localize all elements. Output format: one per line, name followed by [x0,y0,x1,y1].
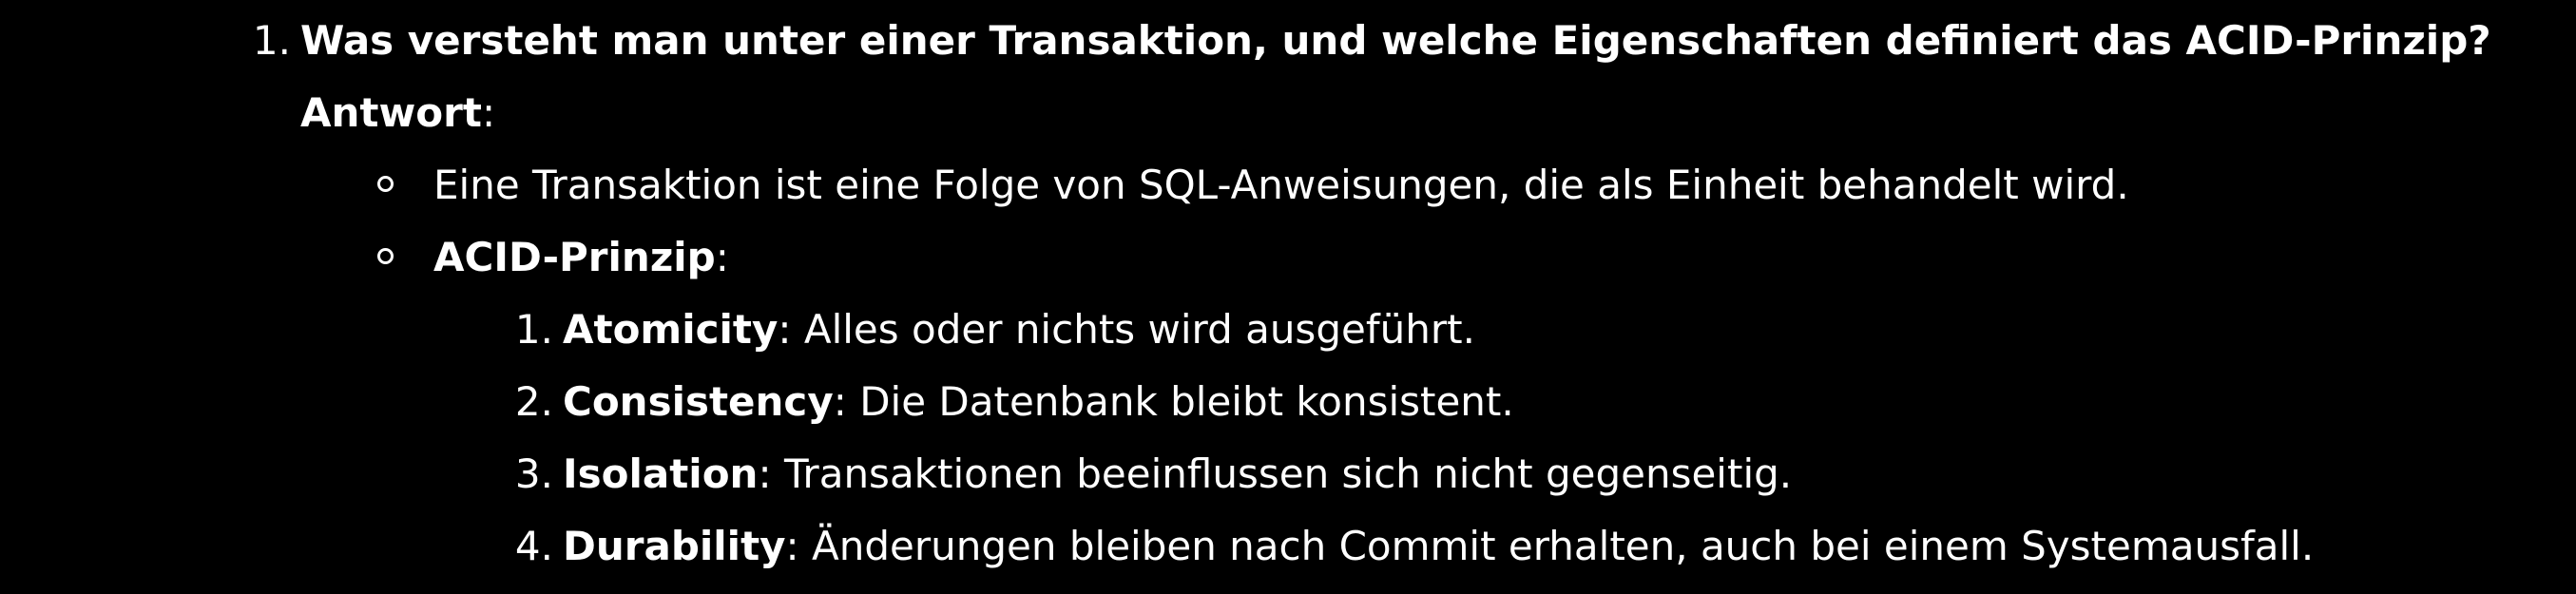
acid-item-number: 3. [514,450,553,497]
bullet-bold-text: ACID-Prinzip [433,234,716,280]
acid-item-term: Durability [563,523,786,569]
question-line: 1. Was versteht man unter einer Transakti… [249,5,2491,77]
bullet-text: Eine Transaktion ist eine Folge von SQL-… [433,162,2129,208]
acid-item-number: 4. [514,523,553,569]
acid-item-text: : Alles oder nichts wird ausgeführt. [778,306,1475,353]
acid-item-term: Isolation [563,450,759,497]
acid-item-term: Atomicity [563,306,779,353]
bullet-item-definition: Eine Transaktion ist eine Folge von SQL-… [377,149,2129,221]
acid-item-atomicity: 1. Atomicity: Alles oder nichts wird ausg… [509,294,1475,366]
hollow-circle-bullet-icon [377,176,394,192]
acid-item-number: 1. [514,306,553,353]
acid-item-text: : Die Datenbank bleibt konsistent. [833,378,1514,425]
acid-item-isolation: 3. Isolation: Transaktionen beeinflussen … [509,438,1792,510]
acid-item-durability: 4. Durability: Änderungen bleiben nach Co… [509,510,2314,583]
answer-colon: : [481,89,496,136]
bullet-text: : [715,234,729,280]
bullet-item-acid: ACID-Prinzip: [377,221,729,294]
answer-line: Antwort: [300,77,495,149]
answer-label: Antwort [300,89,482,136]
document-page: { "question": { "number": "1.", "text": … [0,0,2576,594]
acid-item-text: : Transaktionen beeinflussen sich nicht … [758,450,1793,497]
question-text: Was versteht man unter einer Transaktion… [300,17,2491,64]
acid-item-text: : Änderungen bleiben nach Commit erhalte… [785,523,2315,569]
question-number: 1. [252,17,291,64]
acid-item-consistency: 2. Consistency: Die Datenbank bleibt kons… [509,366,1514,438]
acid-item-term: Consistency [563,378,834,425]
acid-item-number: 2. [514,378,553,425]
hollow-circle-bullet-icon [377,248,394,264]
